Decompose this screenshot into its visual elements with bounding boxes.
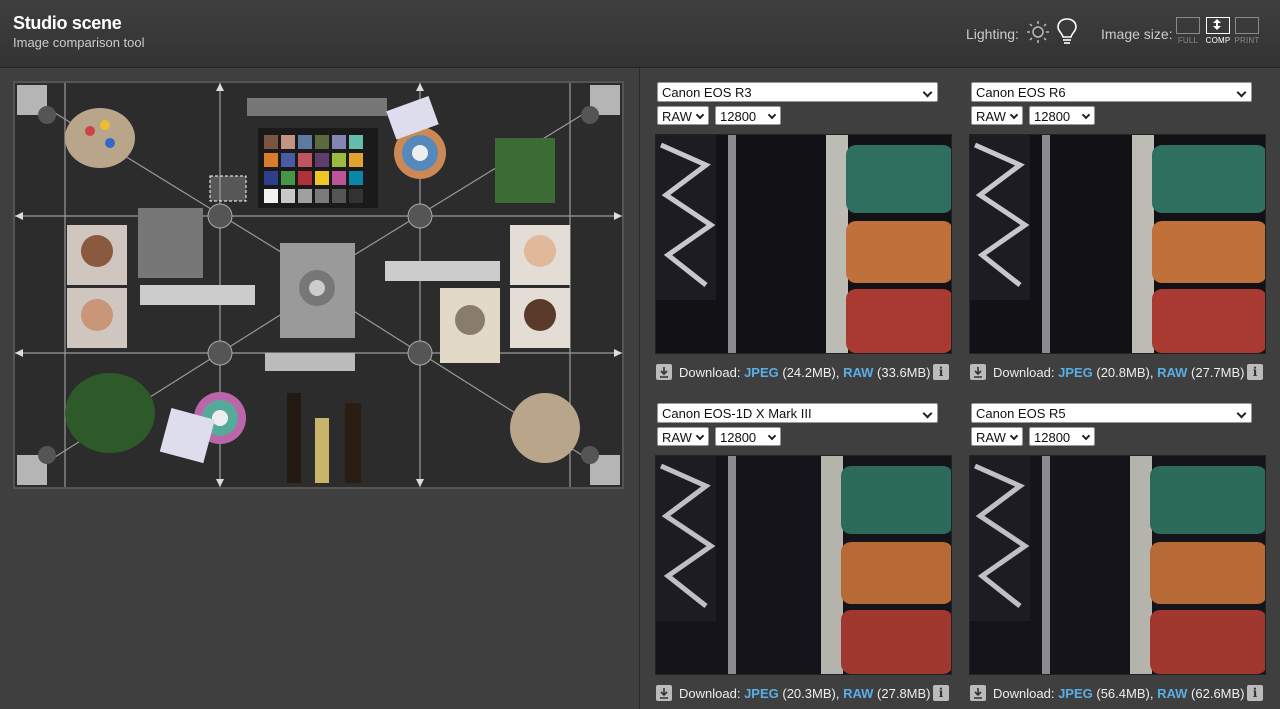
thread-crop-illustration [656, 456, 951, 674]
download-row: Download: JPEG (20.3MB), RAW (27.8MB) i [655, 684, 952, 702]
format-select-value: RAW [976, 430, 1006, 445]
format-select[interactable]: RAW [971, 106, 1023, 125]
thread-crop-illustration [970, 135, 1265, 353]
iso-select-value: 12800 [720, 109, 757, 124]
raw-download-link[interactable]: RAW [1157, 365, 1187, 380]
info-icon[interactable]: i [1247, 685, 1263, 701]
format-select[interactable]: RAW [971, 427, 1023, 446]
download-label: Download: [679, 365, 741, 380]
chevron-down-icon [1009, 431, 1019, 441]
thread-crop-illustration [970, 456, 1265, 674]
jpeg-download-link[interactable]: JPEG [744, 365, 779, 380]
download-row: Download: JPEG (20.8MB), RAW (27.7MB) i [969, 363, 1266, 381]
download-row: Download: JPEG (56.4MB), RAW (62.6MB) i [969, 684, 1266, 702]
format-select-value: RAW [976, 109, 1006, 124]
chevron-down-icon [767, 110, 777, 120]
comparison-panel-1: Canon EOS R3 RAW 12800 Download: JPEG (2… [655, 82, 952, 382]
jpeg-download-link[interactable]: JPEG [1058, 686, 1093, 701]
size-print-button[interactable]: PRINT [1234, 17, 1260, 49]
iso-select[interactable]: 12800 [1029, 106, 1095, 125]
jpeg-size: (56.4MB), [1096, 686, 1154, 701]
chevron-down-icon [1009, 110, 1019, 120]
download-label: Download: [993, 365, 1055, 380]
header-bar: Studio scene Image comparison tool Light… [0, 0, 1280, 68]
jpeg-download-link[interactable]: JPEG [744, 686, 779, 701]
chevron-down-icon [1236, 408, 1247, 419]
chevron-down-icon [922, 408, 933, 419]
download-text: Download: JPEG (20.8MB), RAW (27.7MB) [993, 365, 1245, 380]
format-select-value: RAW [662, 109, 692, 124]
format-select[interactable]: RAW [657, 427, 709, 446]
camera-select-value: Canon EOS-1D X Mark III [662, 406, 812, 421]
jpeg-size: (24.2MB), [782, 365, 840, 380]
chevron-down-icon [695, 110, 705, 120]
raw-download-link[interactable]: RAW [843, 365, 873, 380]
studio-scene-image[interactable] [13, 81, 624, 489]
iso-select[interactable]: 12800 [715, 106, 781, 125]
thread-crop-illustration [656, 135, 951, 353]
chevron-down-icon [695, 431, 705, 441]
bulb-icon[interactable] [1056, 17, 1078, 45]
size-full-button[interactable]: FULL [1175, 17, 1201, 49]
raw-size: (33.6MB) [877, 365, 931, 380]
jpeg-download-link[interactable]: JPEG [1058, 365, 1093, 380]
comparison-panel-4: Canon EOS R5 RAW 12800 Download: JPEG (5… [969, 403, 1266, 703]
iso-select-value: 12800 [1034, 430, 1071, 445]
format-select-value: RAW [662, 430, 692, 445]
chevron-down-icon [1236, 87, 1247, 98]
jpeg-size: (20.8MB), [1096, 365, 1154, 380]
lighting-label: Lighting: [966, 26, 1019, 42]
iso-select[interactable]: 12800 [715, 427, 781, 446]
camera-select[interactable]: Canon EOS R3 [657, 82, 938, 102]
iso-select[interactable]: 12800 [1029, 427, 1095, 446]
page-subtitle: Image comparison tool [13, 35, 145, 50]
comparison-crop-image[interactable] [655, 134, 952, 354]
iso-select-value: 12800 [1034, 109, 1071, 124]
camera-select[interactable]: Canon EOS R5 [971, 403, 1252, 423]
panel-divider [639, 68, 640, 709]
raw-download-link[interactable]: RAW [843, 686, 873, 701]
size-comp-button[interactable]: COMP [1205, 17, 1231, 49]
comparison-panel-2: Canon EOS R6 RAW 12800 Download: JPEG (2… [969, 82, 1266, 382]
format-select[interactable]: RAW [657, 106, 709, 125]
raw-size: (27.8MB) [877, 686, 931, 701]
image-size-label: Image size: [1101, 26, 1173, 42]
download-label: Download: [993, 686, 1055, 701]
info-icon[interactable]: i [933, 364, 949, 380]
raw-size: (62.6MB) [1191, 686, 1245, 701]
download-icon[interactable] [970, 685, 986, 701]
scene-illustration [15, 83, 622, 487]
download-icon[interactable] [656, 685, 672, 701]
download-row: Download: JPEG (24.2MB), RAW (33.6MB) i [655, 363, 952, 381]
chevron-down-icon [1081, 431, 1091, 441]
camera-select[interactable]: Canon EOS-1D X Mark III [657, 403, 938, 423]
chevron-down-icon [922, 87, 933, 98]
sun-icon[interactable] [1026, 20, 1050, 44]
camera-select-value: Canon EOS R6 [976, 85, 1066, 100]
camera-select[interactable]: Canon EOS R6 [971, 82, 1252, 102]
download-icon[interactable] [656, 364, 672, 380]
chevron-down-icon [767, 431, 777, 441]
download-icon[interactable] [970, 364, 986, 380]
download-text: Download: JPEG (56.4MB), RAW (62.6MB) [993, 686, 1245, 701]
download-label: Download: [679, 686, 741, 701]
iso-select-value: 12800 [720, 430, 757, 445]
chevron-down-icon [1081, 110, 1091, 120]
raw-download-link[interactable]: RAW [1157, 686, 1187, 701]
jpeg-size: (20.3MB), [782, 686, 840, 701]
comparison-crop-image[interactable] [969, 455, 1266, 675]
page-title: Studio scene [13, 13, 122, 33]
comparison-crop-image[interactable] [655, 455, 952, 675]
camera-select-value: Canon EOS R3 [662, 85, 752, 100]
comparison-crop-image[interactable] [969, 134, 1266, 354]
comparison-panel-3: Canon EOS-1D X Mark III RAW 12800 Downlo… [655, 403, 952, 703]
download-text: Download: JPEG (20.3MB), RAW (27.8MB) [679, 686, 931, 701]
info-icon[interactable]: i [1247, 364, 1263, 380]
camera-select-value: Canon EOS R5 [976, 406, 1066, 421]
info-icon[interactable]: i [933, 685, 949, 701]
raw-size: (27.7MB) [1191, 365, 1245, 380]
download-text: Download: JPEG (24.2MB), RAW (33.6MB) [679, 365, 931, 380]
